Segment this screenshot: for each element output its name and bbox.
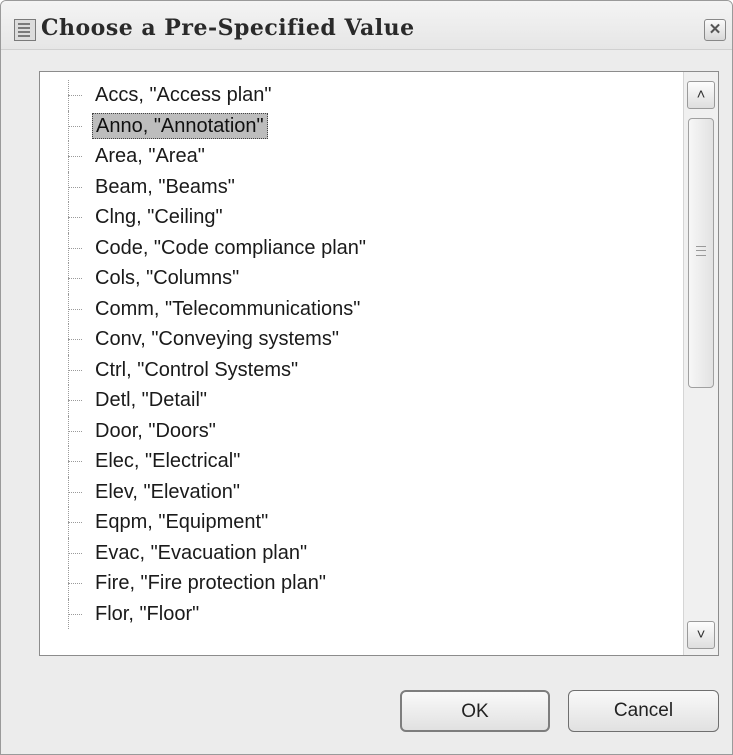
tree-connector: [68, 552, 82, 554]
tree-connector: [68, 491, 82, 493]
list-item-label: Elev, "Elevation": [95, 480, 241, 503]
list-item-label: Flor, "Floor": [95, 602, 200, 625]
list-item-label: Clng, "Ceiling": [95, 206, 223, 228]
list-item[interactable]: Ctrl, "Control Systems": [40, 354, 680, 385]
list-item[interactable]: Elev, "Elevation": [40, 476, 680, 507]
list-item[interactable]: Cols, "Columns": [40, 263, 680, 294]
list-item[interactable]: Door, "Doors": [40, 415, 680, 446]
list-item-label: Area, "Area": [95, 145, 205, 167]
list-item[interactable]: Detl, "Detail": [40, 385, 680, 416]
list-item[interactable]: Beam, "Beams": [40, 171, 680, 202]
list-item[interactable]: Elec, "Electrical": [40, 446, 680, 477]
title-bar: Choose a Pre-Specified Value ✕: [1, 1, 732, 50]
tree-connector: [68, 125, 82, 127]
list-item[interactable]: Anno, "Annotation": [40, 110, 680, 141]
vertical-scrollbar[interactable]: ˄ ˅: [683, 72, 718, 655]
list-item[interactable]: Clng, "Ceiling": [40, 202, 680, 233]
tree-connector: [68, 430, 82, 432]
tree-connector: [68, 613, 82, 615]
dialog-window: Choose a Pre-Specified Value ✕ Accs, "Ac…: [0, 0, 733, 755]
list-item-label: Door, "Doors": [95, 419, 216, 442]
list-item-label: Anno, "Annotation": [92, 112, 268, 139]
tree-connector: [68, 522, 82, 523]
list-item[interactable]: Flor, "Floor": [40, 598, 680, 629]
tree-connector: [68, 369, 82, 371]
list-item-label: Cols, "Columns": [95, 267, 240, 289]
tree-connector: [68, 247, 82, 249]
list-item-label: Comm, "Telecommunications": [95, 297, 361, 320]
chevron-down-icon: ˅: [696, 626, 706, 643]
list-item[interactable]: Evac, "Evacuation plan": [40, 537, 680, 568]
list-item[interactable]: Comm, "Telecommunications": [40, 293, 680, 324]
list-item-label: Evac, "Evacuation plan": [95, 541, 308, 564]
tree-connector: [68, 156, 82, 157]
scroll-down-button[interactable]: ˅: [687, 621, 715, 649]
grip-icon: [696, 246, 706, 256]
list-item-label: Ctrl, "Control Systems": [95, 358, 299, 381]
list-item-label: Detl, "Detail": [95, 389, 208, 411]
tree-connector: [68, 461, 82, 462]
list-item[interactable]: Accs, "Access plan": [40, 80, 680, 111]
value-tree[interactable]: Accs, "Access plan" Anno, "Annotation" Are…: [40, 80, 680, 656]
tree-connector: [68, 217, 82, 218]
tree-connector: [68, 339, 82, 340]
list-item[interactable]: Fire, "Fire protection plan": [40, 568, 680, 599]
tree-connector: [68, 95, 82, 96]
tree-connector: [68, 583, 82, 584]
scroll-up-button[interactable]: ˄: [687, 81, 715, 109]
value-list[interactable]: Accs, "Access plan" Anno, "Annotation" Are…: [39, 71, 719, 656]
list-item-label: Conv, "Conveying systems": [95, 328, 339, 350]
list-item-label: Elec, "Electrical": [95, 450, 241, 472]
list-item-label: Eqpm, "Equipment": [95, 511, 269, 533]
tree-connector: [68, 278, 82, 279]
list-item-label: Fire, "Fire protection plan": [95, 572, 326, 594]
list-item-label: Beam, "Beams": [95, 175, 235, 198]
tree-connector: [68, 186, 82, 188]
ok-button[interactable]: OK: [400, 690, 550, 732]
cancel-button[interactable]: Cancel: [568, 690, 719, 732]
list-item-label: Code, "Code compliance plan": [95, 236, 367, 259]
list-item[interactable]: Eqpm, "Equipment": [40, 507, 680, 538]
tree-connector: [68, 400, 82, 401]
scrollbar-thumb[interactable]: [688, 118, 714, 388]
list-item[interactable]: Code, "Code compliance plan": [40, 232, 680, 263]
list-item-label: Accs, "Access plan": [95, 84, 272, 106]
tree-connector: [68, 308, 82, 310]
dialog-title: Choose a Pre-Specified Value: [41, 15, 415, 41]
list-item[interactable]: Area, "Area": [40, 141, 680, 172]
close-button[interactable]: ✕: [704, 19, 726, 41]
list-item[interactable]: Conv, "Conveying systems": [40, 324, 680, 355]
chevron-up-icon: ˄: [696, 86, 706, 103]
dialog-app-icon: [14, 19, 36, 41]
